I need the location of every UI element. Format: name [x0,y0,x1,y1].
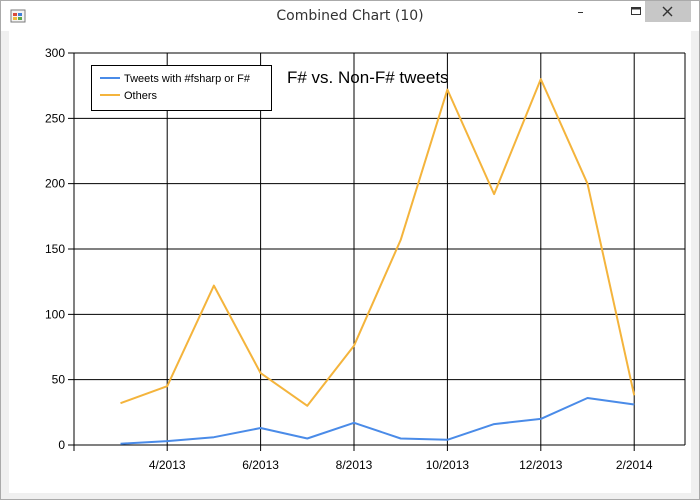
chart-title: F# vs. Non-F# tweets [287,68,449,87]
x-tick-label: 2/2014 [616,458,653,472]
legend-label: Tweets with #fsharp or F# [124,73,251,85]
x-tick-label: 8/2013 [336,458,373,472]
close-button[interactable] [645,1,691,22]
series-line-others [120,78,636,407]
x-tick-label: 4/2013 [149,458,186,472]
y-tick-label: 300 [45,46,65,60]
y-tick-label: 0 [58,438,65,452]
y-tick-label: 50 [52,373,66,387]
title-bar[interactable]: Combined Chart (10) [1,1,699,31]
y-tick-label: 200 [45,177,65,191]
chart-window: Combined Chart (10) 0 50 100 150 200 250 300 4/… [0,0,700,500]
y-tick-label: 100 [45,307,65,321]
x-tick-label: 6/2013 [242,458,279,472]
close-icon [662,6,673,17]
series-line-fsharp [120,397,635,445]
line-chart: 0 50 100 150 200 250 300 4/2013 6/2013 8/2013 10/2… [45,46,686,472]
y-tick-label: 250 [45,111,65,125]
x-tick-label: 10/2013 [426,458,470,472]
legend-label: Others [124,90,158,102]
y-tick-label: 150 [45,242,65,256]
chart-area: 0 50 100 150 200 250 300 4/2013 6/2013 8/2013 10/2… [9,31,691,493]
x-tick-label: 12/2013 [519,458,563,472]
